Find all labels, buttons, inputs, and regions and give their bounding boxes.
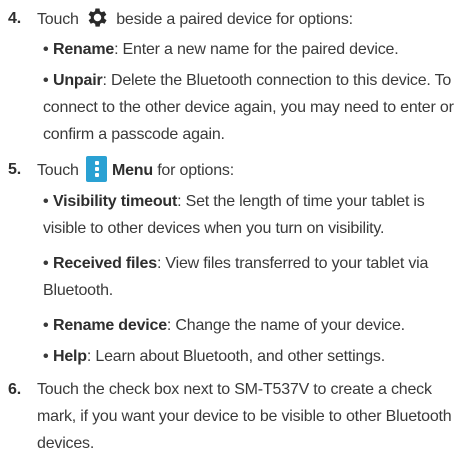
bullet-desc: : Enter a new name for the paired device…: [114, 41, 399, 58]
menu-icon: [85, 156, 107, 182]
menu-label: Menu: [111, 162, 153, 179]
bullet-term: Visibility timeout: [53, 193, 178, 210]
step-text-after: beside a paired device for options:: [116, 11, 353, 28]
bullet-term: Rename: [53, 41, 115, 58]
bullet-desc: : Learn about Bluetooth, and other setti…: [86, 348, 385, 365]
bullet-visibility-timeout: • Visibility timeout: Set the length of t…: [43, 188, 468, 242]
bullet-term: Unpair: [53, 72, 103, 89]
bullet-dot: •: [43, 317, 49, 334]
bullet-unpair: • Unpair: Delete the Bluetooth connection…: [43, 67, 468, 148]
bullet-desc: : Change the name of your device.: [166, 317, 405, 334]
step-number: 4.: [8, 10, 21, 27]
step-instruction: Touch Menu for options:: [37, 156, 234, 184]
step-text-before: Touch: [37, 162, 79, 179]
bullet-dot: •: [43, 193, 49, 210]
step-instruction: Touch the check box next to SM-T537V to …: [37, 381, 452, 452]
bullet-help: • Help: Learn about Bluetooth, and other …: [43, 343, 468, 370]
bullet-dot: •: [43, 348, 49, 365]
step-number: 5.: [8, 161, 21, 178]
bullet-rename: • Rename: Enter a new name for the paired…: [43, 36, 468, 63]
bullet-term: Rename device: [53, 317, 167, 334]
step-number: 6.: [8, 381, 21, 398]
bullet-dot: •: [43, 72, 49, 89]
manual-page: 4. Touch beside a paired device for opti…: [0, 0, 472, 474]
bullet-desc: : Delete the Bluetooth connection to thi…: [43, 72, 454, 143]
step-text-after: for options:: [157, 162, 234, 179]
bullet-term: Help: [53, 348, 87, 365]
bullet-rename-device: • Rename device: Change the name of your …: [43, 312, 468, 339]
bullet-dot: •: [43, 41, 49, 58]
step-text-before: Touch: [37, 11, 79, 28]
bullet-dot: •: [43, 255, 49, 272]
step-instruction: Touch beside a paired device for options…: [37, 5, 353, 33]
bullet-received-files: • Received files: View files transferred …: [43, 250, 468, 304]
gear-icon: [88, 8, 107, 27]
bullet-term: Received files: [53, 255, 157, 272]
